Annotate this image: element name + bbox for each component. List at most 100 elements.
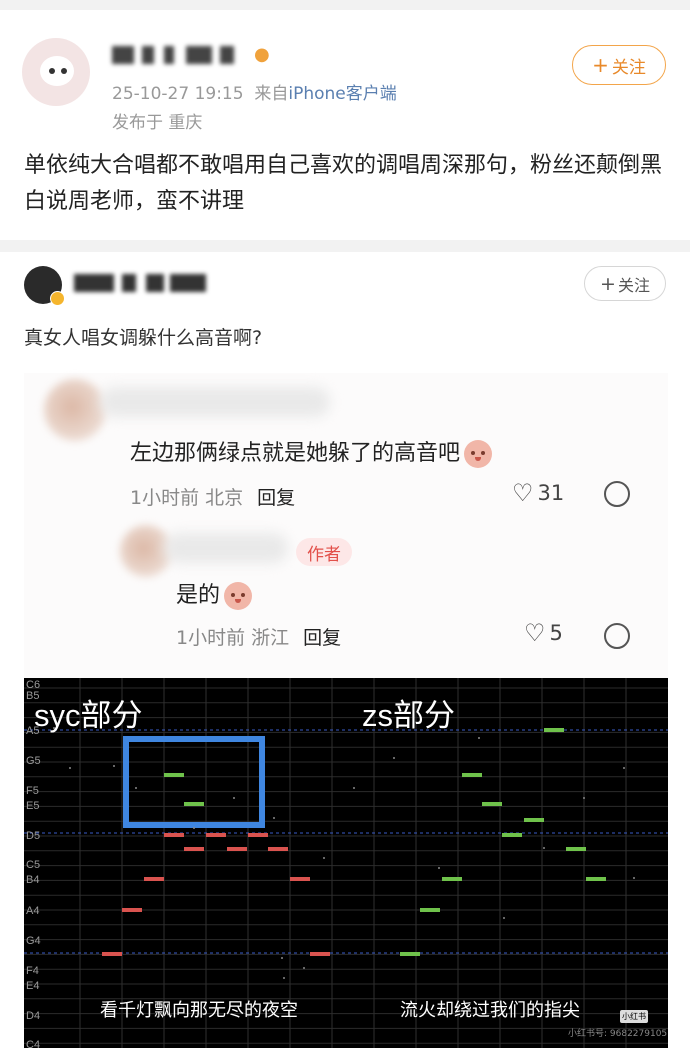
post-meta: 25-10-27 19:15 来自iPhone客户端 [112,79,397,104]
post-text: 单依纯大合唱都不敢唱用自己喜欢的调唱周深那句，粉丝还颠倒黑白说周老师，蛮不讲理 [24,153,663,214]
comment-username-blurred [100,387,330,417]
highlight-box [123,736,265,828]
section-divider [0,240,690,252]
like-button[interactable]: ♡ 5 [524,619,563,647]
top-separator [0,0,690,10]
repost-username-blurred[interactable] [74,272,214,296]
like-button[interactable]: ♡ 31 [512,479,564,507]
noise-dot [393,757,395,759]
noise-dot [233,797,235,799]
note-bar [102,952,122,956]
note-bar [164,773,184,777]
comment-text: 左边那俩绿点就是她躲了的高音吧 [130,435,493,468]
note-bar [184,847,204,851]
noise-dot [353,787,355,789]
source-prefix: 来自 [254,84,289,104]
note-bar [420,908,440,912]
right-lyric: 流火却绕过我们的指尖 [400,1000,580,1021]
note-bar [164,833,184,837]
heart-icon: ♡ [524,619,546,647]
repost-follow-button[interactable]: + 关注 [584,266,666,301]
left-lyric: 看千灯飘向那无尽的夜空 [100,1000,298,1021]
reply-meta: 1小时前 浙江 回复 [176,627,342,649]
noise-dot [273,817,275,819]
noise-dot [69,767,71,769]
note-bar [524,818,544,822]
comment-meta: 1小时前 北京 回复 [130,487,296,509]
note-bar [566,847,586,851]
repost-text: 真女人唱女调躲什么高音啊? [24,327,263,349]
reply-link[interactable]: 回复 [303,627,341,649]
noise-dot [583,797,585,799]
note-label: E4 [26,980,39,992]
note-label: A4 [26,905,39,917]
noise-dot [633,877,635,879]
plus-icon: + [600,272,616,295]
smile-icon[interactable] [604,481,630,507]
noise-dot [283,977,285,979]
right-title: zs部分 [362,698,455,733]
note-label: G4 [26,935,41,947]
note-label: G5 [26,755,41,767]
comment-screenshot: 左边那俩绿点就是她躲了的高音吧 1小时前 北京 回复 ♡ 31 作者 是的 1小时前… [24,373,668,678]
noise-dot [303,967,305,969]
note-bar [184,802,204,806]
noise-dot [193,827,195,829]
heart-icon: ♡ [512,479,534,507]
note-bar [502,833,522,837]
noise-dot [543,847,545,849]
source-link[interactable]: iPhone客户端 [288,84,396,104]
avatar[interactable] [22,38,90,106]
comment-avatar [44,379,106,441]
note-label: E5 [26,800,39,812]
note-bar [482,802,502,806]
note-label: B4 [26,874,39,886]
noise-dot [438,867,440,869]
note-bar [206,833,226,837]
watermark-logo: 小红书 [620,1010,648,1023]
post-location: 发布于 重庆 [112,113,203,133]
note-label: F5 [26,785,39,797]
noise-dot [323,857,325,859]
emoji-icon [464,440,493,468]
note-bar [144,877,164,881]
note-bar [586,877,606,881]
emoji-icon [224,582,253,610]
noise-dot [503,917,505,919]
noise-dot [623,767,625,769]
note-bar [227,847,247,851]
note-bar [310,952,330,956]
reply-username-blurred [164,533,288,563]
post-datetime: 25-10-27 19:15 [112,84,244,104]
follow-button[interactable]: + 关注 [572,45,666,85]
note-bar [268,847,288,851]
embedded-screenshot[interactable]: 左边那俩绿点就是她躲了的高音吧 1小时前 北京 回复 ♡ 31 作者 是的 1小时前… [24,373,668,1053]
note-label: D5 [26,830,40,842]
note-bar [544,728,564,732]
verified-badge-icon [50,291,65,306]
fish-icon: ● [254,44,270,65]
noise-dot [113,765,115,767]
note-bar [248,833,268,837]
noise-dot [478,737,480,739]
note-bar [290,877,310,881]
note-label: F4 [26,965,39,977]
noise-dot [281,957,283,959]
note-bar [442,877,462,881]
reply-link[interactable]: 回复 [257,487,295,509]
username-blurred[interactable]: ● [112,44,270,68]
watermark-id: 小红书号: 9682279105 [568,1029,668,1039]
author-tag: 作者 [296,538,352,566]
note-bar [462,773,482,777]
reply-text: 是的 [176,577,253,610]
plus-icon: + [592,53,609,77]
note-label: C4 [26,1039,40,1048]
note-bar [400,952,420,956]
smile-icon[interactable] [604,623,630,649]
noise-dot [135,787,137,789]
pitch-chart: C6 B5 A5 G5 F5 E5 D5 C5 B4 A4 G4 F4 E4 D4 C4 syc部分 zs部… [24,678,668,1048]
left-title: syc部分 [34,698,143,733]
note-label: C5 [26,859,40,871]
note-label: D4 [26,1010,40,1022]
note-bar [122,908,142,912]
